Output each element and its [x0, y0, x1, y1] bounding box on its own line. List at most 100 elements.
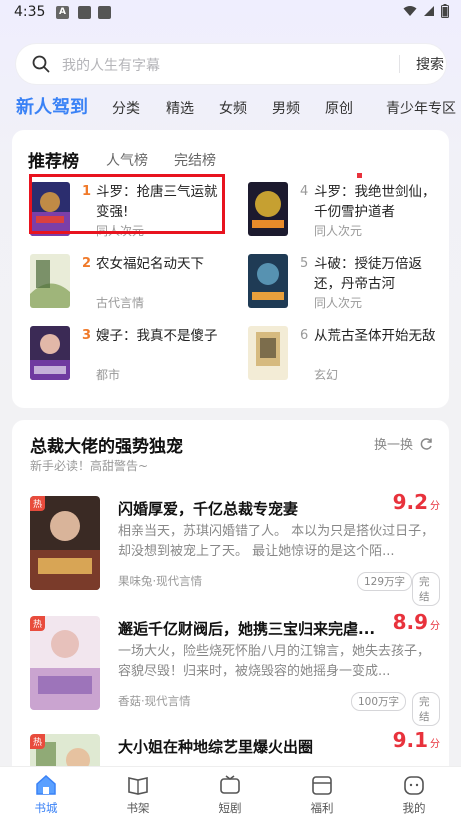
- score-unit: 分: [430, 739, 440, 750]
- nav-label: 我的: [402, 801, 426, 815]
- tab-original[interactable]: 原创: [325, 98, 353, 118]
- nav-label: 书城: [34, 801, 58, 815]
- book-icon: [128, 777, 148, 795]
- tab-featured[interactable]: 精选: [166, 98, 194, 118]
- search-icon: [32, 55, 50, 73]
- book-genre: 玄幻: [314, 368, 339, 382]
- rank-number: 6: [300, 328, 309, 343]
- hot-badge: 热: [30, 496, 46, 511]
- feed-card: 总裁大佬的强势独宠 新手必读！高甜警告~ 换一换 热 闪婚厚爱，千亿总裁专宠妻 …: [12, 420, 449, 780]
- selection-highlight: [29, 174, 225, 234]
- nav-label: 书架: [126, 801, 150, 815]
- book-list-item[interactable]: 热 邂逅千亿财阀后，她携三宝归来完虐... 8.9 分 一场大火，险些烧死怀胎八月…: [30, 610, 440, 726]
- section-title: 总裁大佬的强势独宠: [30, 437, 183, 457]
- ranking-item[interactable]: 2 农女福妃名动天下 古代言情: [30, 254, 230, 310]
- status-tag: 完结: [412, 572, 440, 606]
- book-title: 邂逅千亿财阀后，她携三宝归来完虐...: [118, 620, 376, 638]
- home-icon: [36, 774, 56, 795]
- notification-a-icon: A: [56, 6, 69, 19]
- book-title: 从荒古圣体开始无敌: [314, 328, 436, 344]
- notification-app-icon: [78, 6, 91, 19]
- rank-number: 5: [300, 256, 309, 271]
- nav-label: 福利: [310, 801, 334, 815]
- book-cover: [248, 182, 288, 236]
- category-tabs: 新人驾到 分类 精选 女频 男频 原创 青少年专区: [0, 94, 461, 120]
- book-genre: 古代言情: [96, 296, 145, 310]
- book-meta: 香菇·现代言情: [118, 694, 191, 708]
- book-description: 一场大火，险些烧死怀胎八月的江锦言，她失去孩子，容貌尽毁！归来时，被烧毁容的她摇…: [118, 644, 431, 679]
- book-title: 斗破：授徒万倍返还，丹帝古河: [314, 256, 422, 292]
- score-value: 8.9: [392, 610, 428, 634]
- book-title: 闪婚厚爱，千亿总裁专宠妻: [118, 500, 299, 518]
- book-genre: 同人次元: [314, 296, 363, 310]
- search-bar[interactable]: 我的人生有字幕 搜索: [16, 44, 446, 84]
- search-divider: [399, 55, 400, 73]
- book-title: 大小姐在种地综艺里爆火出圈: [118, 738, 314, 756]
- nav-label: 短剧: [218, 801, 242, 815]
- battery-icon: [441, 4, 449, 18]
- section-subtitle: 新手必读！高甜警告~: [30, 459, 149, 473]
- nav-welfare[interactable]: 福利: [292, 773, 352, 816]
- score-unit: 分: [430, 501, 440, 512]
- gift-icon: [312, 776, 332, 795]
- signal-icon: [424, 6, 434, 16]
- book-meta: 果味兔·现代言情: [118, 574, 203, 588]
- tab-female[interactable]: 女频: [219, 98, 247, 118]
- ranking-tab-popular[interactable]: 人气榜: [106, 150, 148, 170]
- book-cover: [30, 254, 70, 308]
- book-title: 嫂子：我真不是傻子: [96, 328, 218, 344]
- tab-youth[interactable]: 青少年专区: [386, 98, 456, 118]
- book-cover: 热: [30, 496, 100, 590]
- ranking-item[interactable]: 6 从荒古圣体开始无敌 玄幻: [248, 326, 448, 382]
- tab-newcomer[interactable]: 新人驾到: [16, 93, 88, 119]
- book-title: 斗罗：我绝世剑仙，千仞雪护道者: [314, 184, 436, 220]
- book-genre: 同人次元: [314, 224, 363, 238]
- nav-bookstore[interactable]: 书城: [16, 773, 76, 816]
- ranking-tab-completed[interactable]: 完结榜: [174, 150, 216, 170]
- tab-category[interactable]: 分类: [112, 98, 140, 118]
- status-time: 4:35: [14, 4, 46, 20]
- hot-badge: 热: [30, 734, 46, 749]
- ranking-tab-recommend[interactable]: 推荐榜: [28, 147, 79, 172]
- notification-app-icon-2: [98, 6, 111, 19]
- red-dot-marker: [357, 173, 362, 178]
- ranking-item[interactable]: 5 斗破：授徒万倍返还，丹帝古河 同人次元: [248, 254, 448, 310]
- book-list-item[interactable]: 热 闪婚厚爱，千亿总裁专宠妻 9.2 分 相亲当天，苏琪闪婚错了人。 本以为只是搭…: [30, 490, 440, 606]
- score-unit: 分: [430, 621, 440, 632]
- refresh-label: 换一换: [373, 438, 413, 453]
- book-cover: [248, 326, 288, 380]
- rank-number: 3: [82, 328, 92, 343]
- ranking-item[interactable]: 3 嫂子：我真不是傻子 都市: [30, 326, 230, 382]
- book-cover: 热: [30, 616, 100, 710]
- rank-number: 2: [82, 256, 92, 271]
- word-count-tag: 129万字: [357, 572, 413, 591]
- refresh-button[interactable]: 换一换: [374, 434, 433, 453]
- profile-face-icon: [404, 776, 424, 795]
- score-value: 9.1: [392, 728, 428, 752]
- score-value: 9.2: [392, 490, 428, 514]
- book-cover: [30, 326, 70, 380]
- book-genre: 都市: [96, 368, 121, 382]
- ranking-item[interactable]: 4 斗罗：我绝世剑仙，千仞雪护道者 同人次元: [248, 182, 448, 238]
- rank-number: 4: [300, 184, 309, 199]
- nav-bookshelf[interactable]: 书架: [108, 773, 168, 816]
- tab-male[interactable]: 男频: [272, 98, 300, 118]
- book-score: 9.1 分: [393, 728, 440, 752]
- wifi-icon: [403, 6, 417, 16]
- book-score: 9.2 分: [393, 490, 440, 514]
- bottom-nav: 书城 书架 短剧 福利 我的: [0, 766, 461, 819]
- book-title: 农女福妃名动天下: [96, 256, 204, 272]
- nav-profile[interactable]: 我的: [384, 773, 444, 816]
- search-button[interactable]: 搜索: [416, 54, 444, 74]
- book-description: 相亲当天，苏琪闪婚错了人。 本以为只是搭伙过日子，却没想到被宠上了天。 最让她惊…: [118, 524, 435, 559]
- status-tag: 完结: [412, 692, 440, 726]
- tv-icon: [220, 775, 240, 794]
- nav-short-drama[interactable]: 短剧: [200, 773, 260, 816]
- book-score: 8.9 分: [393, 610, 440, 634]
- word-count-tag: 100万字: [351, 692, 407, 711]
- ranking-card: 推荐榜 人气榜 完结榜 1 斗罗：抢唐三气运就变强! 同人次元 2 农女福妃名动…: [12, 130, 449, 408]
- hot-badge: 热: [30, 616, 46, 631]
- search-input[interactable]: 我的人生有字幕: [62, 55, 160, 75]
- refresh-icon: [420, 437, 432, 450]
- book-cover: [248, 254, 288, 308]
